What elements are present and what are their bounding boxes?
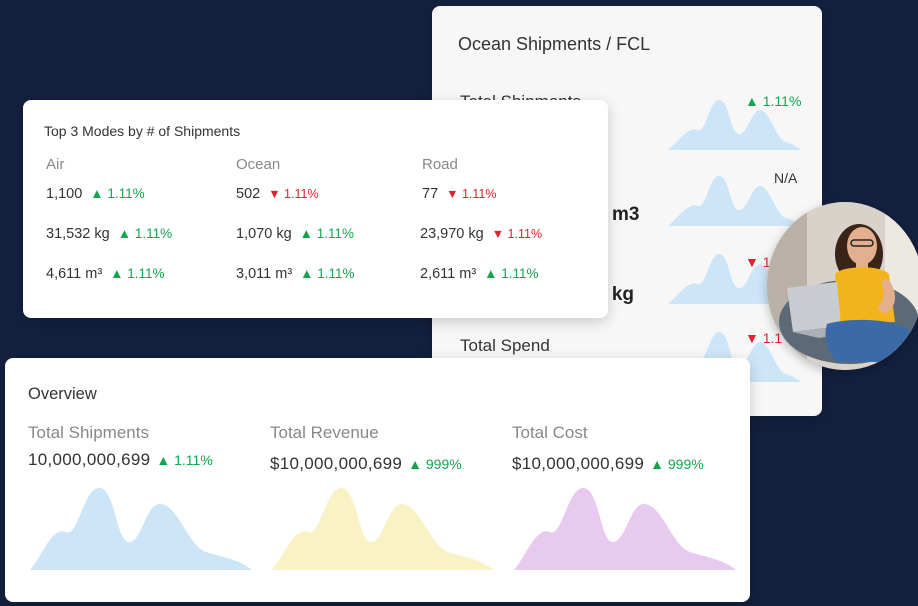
change-badge: ▲ 1.11% <box>299 226 355 241</box>
cost-sparkline <box>514 487 736 570</box>
overview-card-title: Overview <box>28 385 97 403</box>
metric-number: $10,000,000,699 <box>512 454 645 473</box>
fcl-change-badge: ▲ 1.11% <box>745 93 802 109</box>
change-badge: ▲ 999% <box>408 456 462 472</box>
overview-metric-value: $10,000,000,699 ▲ 999% <box>512 454 704 474</box>
column-header-road: Road <box>422 156 458 173</box>
cell-value: 1,100 <box>46 186 83 202</box>
top3-card-title: Top 3 Modes by # of Shipments <box>44 123 241 139</box>
overview-metric-label: Total Shipments <box>28 423 149 442</box>
change-badge: ▲ 1.11% <box>117 226 173 241</box>
top3-modes-card: Top 3 Modes by # of Shipments Air 1,100 ▲… <box>23 100 608 318</box>
cell-value: 1,070 kg <box>236 226 292 242</box>
change-badge: ▲ 999% <box>650 456 704 472</box>
metric-number: $10,000,000,699 <box>270 454 403 473</box>
metric-number: 10,000,000,699 <box>28 450 151 469</box>
cell-value: 77 <box>422 186 439 202</box>
user-photo-avatar <box>767 202 918 370</box>
change-badge: ▲ 1.11% <box>484 266 539 281</box>
revenue-sparkline <box>272 487 494 570</box>
cell-value: 31,532 kg <box>46 226 110 242</box>
overview-metric-label: Total Cost <box>512 423 588 442</box>
change-badge: ▼ 1.11% <box>268 187 319 201</box>
change-badge: ▲ 1.11% <box>300 266 355 281</box>
column-header-air: Air <box>46 156 65 173</box>
overview-metric-value: $10,000,000,699 ▲ 999% <box>270 454 462 474</box>
overview-card: Overview Total Shipments 10,000,000,699 ▲… <box>5 358 750 602</box>
fcl-change-badge: ▼ 1 <box>745 254 771 270</box>
cell-value: 2,611 m³ <box>420 266 477 282</box>
change-badge: ▲ 1.11% <box>156 452 213 468</box>
fcl-change-badge: ▼ 1.1 <box>745 330 783 346</box>
fcl-metric-label: Total Spend <box>460 336 550 355</box>
cell-value: 23,970 kg <box>420 226 484 242</box>
cell-value: 3,011 m³ <box>236 266 293 282</box>
fcl-card-title: Ocean Shipments / FCL <box>458 34 651 54</box>
column-header-ocean: Ocean <box>236 156 281 173</box>
table-cell: 2,611 m³ ▲ 1.11% <box>420 266 539 282</box>
table-cell: 502 ▼ 1.11% <box>236 186 319 202</box>
table-cell: 1,100 ▲ 1.11% <box>46 186 145 202</box>
cell-value: 502 <box>236 186 261 202</box>
table-cell: 3,011 m³ ▲ 1.11% <box>236 266 355 282</box>
change-badge: ▲ 1.11% <box>90 186 145 201</box>
table-cell: 31,532 kg ▲ 1.11% <box>46 226 172 242</box>
overview-metric-label: Total Revenue <box>270 423 379 442</box>
cell-value: 4,611 m³ <box>46 266 103 282</box>
shipments-sparkline <box>30 487 252 570</box>
change-badge: ▼ 1.11% <box>491 227 543 241</box>
fcl-metric-value: m3 <box>612 204 640 225</box>
table-cell: 23,970 kg ▼ 1.11% <box>420 226 542 242</box>
overview-metric-value: 10,000,000,699 ▲ 1.11% <box>28 450 213 470</box>
table-cell: 4,611 m³ ▲ 1.11% <box>46 266 165 282</box>
change-badge: ▲ 1.11% <box>110 266 165 281</box>
fcl-change-badge: N/A <box>774 170 798 186</box>
table-cell: 1,070 kg ▲ 1.11% <box>236 226 354 242</box>
table-cell: 77 ▼ 1.11% <box>422 186 497 202</box>
change-badge: ▼ 1.11% <box>446 187 497 201</box>
